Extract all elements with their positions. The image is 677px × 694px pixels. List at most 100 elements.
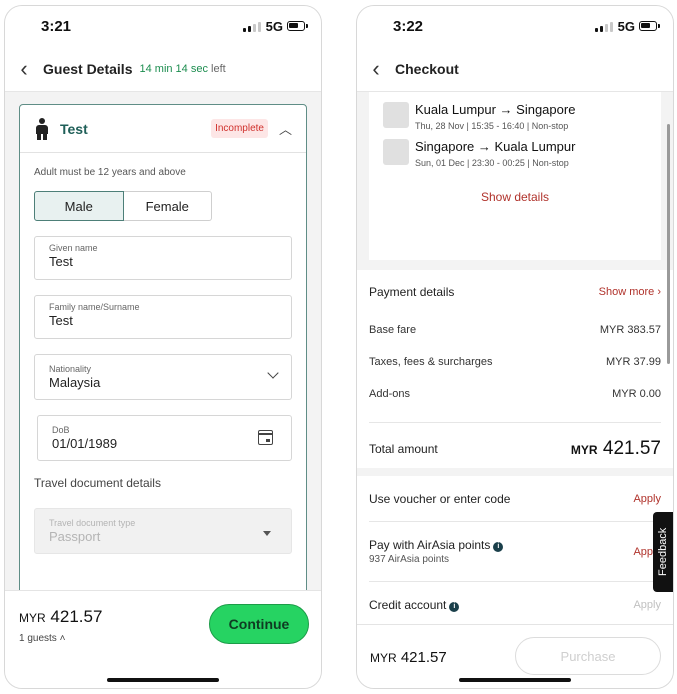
bottom-bar: MYR 421.57 Purchase bbox=[357, 624, 673, 688]
scrollbar[interactable] bbox=[667, 124, 670, 364]
airline-logo bbox=[383, 139, 409, 165]
status-time: 3:21 bbox=[41, 18, 72, 35]
addons-value: MYR 0.00 bbox=[612, 388, 661, 400]
page-title: Checkout bbox=[395, 60, 459, 77]
payment-options: Use voucher or enter code Apply Pay with… bbox=[357, 476, 673, 628]
home-indicator bbox=[459, 678, 571, 682]
base-fare-row: Base fare MYR 383.57 bbox=[369, 314, 661, 346]
credit-label: Credit account bbox=[369, 598, 447, 612]
gender-female-button[interactable]: Female bbox=[123, 191, 212, 221]
info-icon[interactable]: i bbox=[449, 602, 460, 612]
show-more-link[interactable]: Show more › bbox=[599, 286, 661, 298]
status-time: 3:22 bbox=[393, 18, 424, 35]
base-fare-label: Base fare bbox=[369, 324, 417, 336]
chevron-right-icon: › bbox=[657, 286, 661, 298]
timer-suffix: left bbox=[211, 62, 226, 75]
guest-count: 1 guests bbox=[19, 633, 57, 644]
home-indicator bbox=[107, 678, 219, 682]
points-option[interactable]: Pay with AirAsia points i 937 AirAsia poi… bbox=[369, 522, 661, 582]
chevron-up-icon: ˄ bbox=[59, 633, 66, 644]
guest-details-screen: 3:21 5G ‹ Guest Details 14 min 14 sec le… bbox=[4, 5, 322, 689]
guest-card-header[interactable]: Test Incomplete ︿ bbox=[20, 105, 306, 153]
show-more-label: Show more bbox=[598, 286, 655, 298]
given-name-value: Test bbox=[49, 254, 73, 269]
guest-name: Test bbox=[60, 120, 88, 137]
purchase-button[interactable]: Purchase bbox=[515, 637, 661, 675]
family-name-value: Test bbox=[49, 313, 73, 328]
points-balance: 937 AirAsia points bbox=[369, 554, 450, 565]
page-header: ‹ Guest Details 14 min 14 sec left bbox=[5, 46, 321, 92]
price-amount: 421.57 bbox=[400, 649, 447, 666]
show-details-link[interactable]: Show details bbox=[383, 190, 647, 204]
total-row: Total amount MYR 421.57 bbox=[369, 422, 661, 474]
given-name-field[interactable]: Given name Test bbox=[34, 236, 292, 280]
credit-heading: Credit account i bbox=[369, 598, 460, 612]
dob-field[interactable]: DoB 01/01/1989 bbox=[37, 415, 292, 461]
payment-heading: Payment details bbox=[369, 285, 455, 299]
credit-apply-button[interactable]: Apply bbox=[633, 599, 661, 611]
flight-route: Singapore → Kuala Lumpur bbox=[415, 139, 576, 154]
addons-row: Add-ons MYR 0.00 bbox=[369, 378, 661, 410]
points-heading: Pay with AirAsia points i bbox=[369, 538, 504, 552]
voucher-apply-button[interactable]: Apply bbox=[633, 493, 661, 505]
taxes-row: Taxes, fees & surcharges MYR 37.99 bbox=[369, 346, 661, 378]
network-label: 5G bbox=[617, 19, 635, 34]
list-item: Kuala Lumpur → Singapore Thu, 28 Nov | 1… bbox=[383, 102, 647, 131]
points-label: Pay with AirAsia points bbox=[369, 538, 491, 552]
base-fare-value: MYR 383.57 bbox=[599, 324, 661, 336]
credit-option[interactable]: Credit account i Apply bbox=[369, 582, 661, 628]
voucher-label: Use voucher or enter code bbox=[369, 491, 511, 506]
gender-toggle: Male Female bbox=[34, 191, 212, 221]
doc-type-value: Passport bbox=[49, 529, 101, 544]
gender-male-button[interactable]: Male bbox=[34, 191, 124, 221]
airline-logo bbox=[383, 102, 409, 128]
back-chevron-icon[interactable]: ‹ bbox=[5, 46, 43, 92]
family-name-field[interactable]: Family name/Surname Test bbox=[34, 295, 292, 339]
list-item: Singapore → Kuala Lumpur Sun, 01 Dec | 2… bbox=[383, 139, 647, 168]
info-icon[interactable]: i bbox=[493, 542, 504, 552]
bottom-bar: MYR 421.57 1 guests ˄ Continue bbox=[5, 590, 321, 688]
nationality-select[interactable]: Nationality Malaysia bbox=[34, 354, 292, 400]
payment-header: Payment details Show more › bbox=[369, 270, 661, 314]
status-badge: Incomplete bbox=[211, 119, 268, 138]
travel-doc-heading: Travel document details bbox=[34, 476, 161, 490]
addons-label: Add-ons bbox=[369, 388, 410, 400]
back-chevron-icon[interactable]: ‹ bbox=[357, 46, 395, 92]
dropdown-triangle-icon bbox=[263, 531, 271, 536]
total-price: MYR 421.57 bbox=[19, 607, 102, 627]
given-name-label: Given name bbox=[49, 243, 98, 253]
network-label: 5G bbox=[265, 19, 283, 34]
price-currency: MYR bbox=[19, 611, 46, 625]
dob-value: 01/01/1989 bbox=[52, 436, 118, 451]
flight-meta: Sun, 01 Dec | 23:30 - 00:25 | Non-stop bbox=[415, 158, 569, 168]
status-bar: 3:22 5G bbox=[357, 6, 673, 46]
guest-form: Adult must be 12 years and above Male Fe… bbox=[20, 153, 306, 554]
feedback-tab[interactable]: Feedback bbox=[653, 512, 673, 592]
timer-value: 14 min 14 sec bbox=[139, 62, 208, 75]
continue-button[interactable]: Continue bbox=[209, 604, 309, 644]
battery-icon bbox=[287, 21, 308, 31]
doc-type-label: Travel document type bbox=[49, 518, 136, 528]
total-label: Total amount bbox=[369, 441, 438, 456]
total-price: MYR 421.57 bbox=[370, 649, 447, 666]
total-currency: MYR bbox=[570, 442, 598, 457]
session-timer: 14 min 14 sec left bbox=[139, 63, 225, 75]
chevron-up-icon[interactable]: ︿ bbox=[268, 119, 292, 138]
dob-label: DoB bbox=[52, 425, 70, 435]
taxes-value: MYR 37.99 bbox=[605, 356, 661, 368]
guest-count-toggle[interactable]: 1 guests ˄ bbox=[19, 633, 65, 644]
status-bar: 3:21 5G bbox=[5, 6, 321, 46]
doc-type-select[interactable]: Travel document type Passport bbox=[34, 508, 292, 554]
price-currency: MYR bbox=[370, 651, 397, 665]
total-value: MYR 421.57 bbox=[571, 438, 661, 460]
age-hint: Adult must be 12 years and above bbox=[34, 167, 186, 178]
page-title: Guest Details bbox=[43, 60, 133, 77]
price-amount: 421.57 bbox=[50, 607, 103, 626]
taxes-label: Taxes, fees & surcharges bbox=[369, 356, 493, 368]
voucher-option[interactable]: Use voucher or enter code Apply bbox=[369, 476, 661, 522]
nationality-value: Malaysia bbox=[49, 375, 101, 390]
flight-route: Kuala Lumpur → Singapore bbox=[415, 102, 576, 117]
checkout-content[interactable]: Kuala Lumpur → Singapore Thu, 28 Nov | 1… bbox=[357, 92, 673, 630]
calendar-icon[interactable] bbox=[258, 430, 273, 445]
flight-summary: Kuala Lumpur → Singapore Thu, 28 Nov | 1… bbox=[369, 92, 661, 260]
